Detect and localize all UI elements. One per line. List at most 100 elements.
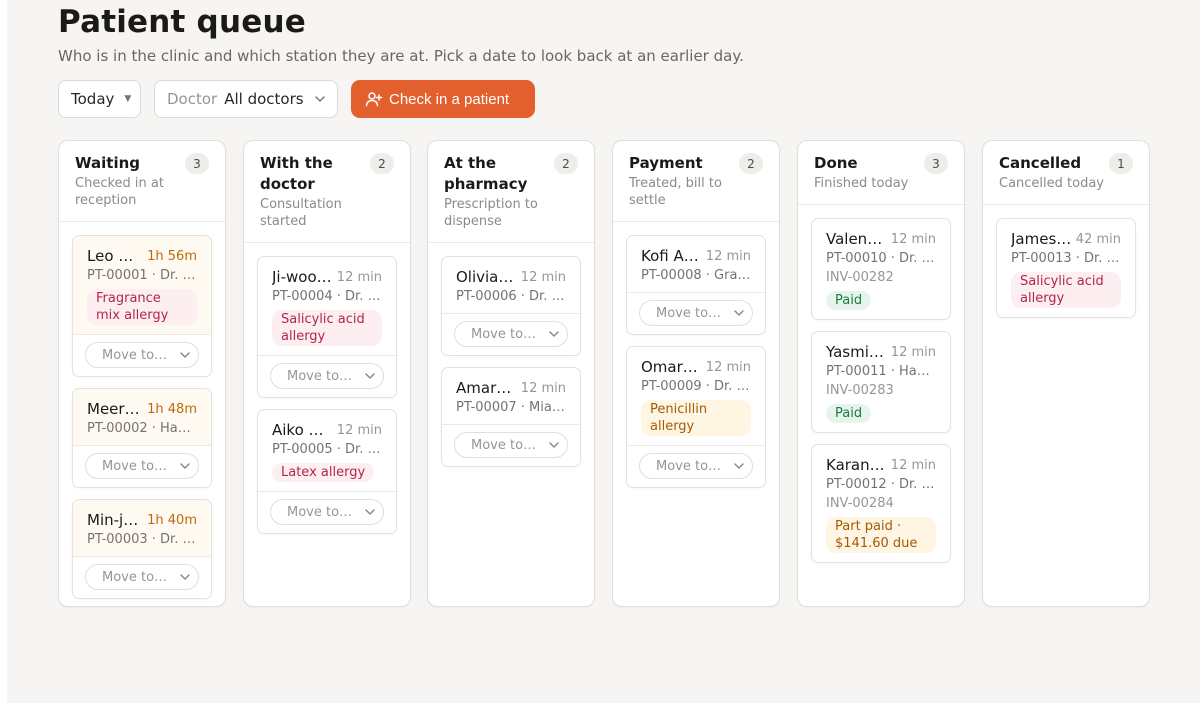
move-to-placeholder: Move to… <box>656 305 722 321</box>
move-to-select[interactable]: Move to… <box>639 300 753 326</box>
column-count-badge: 3 <box>924 153 948 174</box>
patient-name: Ji-woo… <box>272 268 332 286</box>
patient-meta: PT-00001 · Dr. … <box>87 268 196 283</box>
patient-card-header: Kofi A… 12 min <box>641 246 751 266</box>
card-footer: Move to… <box>73 334 211 376</box>
patient-card-body: Leo … 1h 56m PT-00001 · Dr. … Fragrance mix… <box>73 236 211 334</box>
patient-meta: PT-00009 · Dr. … <box>641 379 750 394</box>
patient-name: Yasmi… <box>826 343 884 361</box>
move-to-select[interactable]: Move to… <box>454 321 568 347</box>
move-to-select[interactable]: Move to… <box>270 363 384 389</box>
patient-meta: PT-00004 · Dr. … <box>272 289 381 304</box>
column-header: With the doctor Consultation started 2 <box>244 141 410 243</box>
wait-time: 42 min <box>1075 231 1121 247</box>
move-to-placeholder: Move to… <box>102 458 168 474</box>
chevron-down-icon <box>180 463 190 469</box>
user-plus-icon <box>365 92 383 107</box>
wait-time: 1h 48m <box>147 401 197 417</box>
card-footer: Move to… <box>627 292 765 334</box>
column-count-badge: 2 <box>739 153 763 174</box>
column-subtitle: Consultation started <box>260 197 342 229</box>
patient-card-body: Min-j… 1h 40m PT-00003 · Dr. … <box>73 500 211 556</box>
wait-time: 1h 40m <box>147 512 197 528</box>
patient-card-body: Ji-woo… 12 min PT-00004 · Dr. … Salicylic a… <box>258 257 396 355</box>
patient-card-body: Olivia… 12 min PT-00006 · Dr. … <box>442 257 580 313</box>
patient-tag: Fragrance mix allergy <box>87 289 197 325</box>
invoice-number: INV-00283 <box>826 383 894 398</box>
move-to-select[interactable]: Move to… <box>454 432 568 458</box>
patient-card[interactable]: Omar… 12 min PT-00009 · Dr. … Penicillin al… <box>626 346 766 488</box>
patient-name: Amar… <box>456 379 512 397</box>
patient-meta: PT-00002 · Han… <box>87 421 197 436</box>
patient-card-header: Amar… 12 min <box>456 378 566 398</box>
patient-name: Leo … <box>87 247 134 265</box>
chevron-down-icon <box>734 310 744 316</box>
patient-card-body: Kofi A… 12 min PT-00008 · Gra… <box>627 236 765 292</box>
wait-time: 12 min <box>890 231 936 247</box>
patient-card-body: Yasmi… 12 min PT-00011 · Han… INV-00283 Paid <box>812 332 950 432</box>
patient-card[interactable]: Valen… 12 min PT-00010 · Dr. … INV-00282 Pai… <box>811 218 951 320</box>
patient-card-body: Karan… 12 min PT-00012 · Dr. … INV-00284 Par… <box>812 445 950 562</box>
patient-card-header: Leo … 1h 56m <box>87 246 197 266</box>
move-to-select[interactable]: Move to… <box>270 499 384 525</box>
caret-down-icon: ▼ <box>124 94 132 104</box>
wait-time: 12 min <box>520 380 566 396</box>
patient-meta: PT-00006 · Dr. … <box>456 289 565 304</box>
patient-card[interactable]: Amar… 12 min PT-00007 · Mia … Move to… <box>441 367 581 467</box>
wait-time: 12 min <box>336 422 382 438</box>
move-to-placeholder: Move to… <box>287 368 353 384</box>
date-select[interactable]: Today ▼ <box>58 80 141 118</box>
wait-time: 12 min <box>890 344 936 360</box>
patient-name: Aiko … <box>272 421 324 439</box>
patient-meta: PT-00007 · Mia … <box>456 400 566 415</box>
wait-time: 12 min <box>705 248 751 264</box>
patient-card-header: James… 42 min <box>1011 229 1121 249</box>
patient-card[interactable]: Leo … 1h 56m PT-00001 · Dr. … Fragrance mix… <box>72 235 212 377</box>
move-to-select[interactable]: Move to… <box>85 453 199 479</box>
patient-name: James… <box>1011 230 1072 248</box>
patient-meta: PT-00012 · Dr. … <box>826 477 935 492</box>
card-footer: Move to… <box>258 355 396 397</box>
chevron-down-icon <box>549 331 559 337</box>
patient-name: Olivia… <box>456 268 514 286</box>
card-footer: Move to… <box>627 445 765 487</box>
column-body: Valen… 12 min PT-00010 · Dr. … INV-00282 Pai… <box>798 205 964 563</box>
queue-column: Done Finished today 3 Valen… 12 min PT-00010 … <box>797 140 965 607</box>
patient-tag: Part paid · $141.60 due <box>826 517 936 553</box>
column-count-badge: 2 <box>554 153 578 174</box>
move-to-placeholder: Move to… <box>287 504 353 520</box>
patient-meta: PT-00005 · Dr. L… <box>272 442 382 457</box>
move-to-placeholder: Move to… <box>102 347 168 363</box>
patient-card[interactable]: Min-j… 1h 40m PT-00003 · Dr. … Move to… <box>72 499 212 599</box>
move-to-select[interactable]: Move to… <box>85 342 199 368</box>
patient-card-header: Aiko … 12 min <box>272 420 382 440</box>
doctor-select[interactable]: Doctor All doctors <box>154 80 338 118</box>
patient-card[interactable]: Aiko … 12 min PT-00005 · Dr. L… Latex aller… <box>257 409 397 534</box>
patient-card[interactable]: Karan… 12 min PT-00012 · Dr. … INV-00284 Par… <box>811 444 951 563</box>
patient-card[interactable]: Olivia… 12 min PT-00006 · Dr. … Move to… <box>441 256 581 356</box>
invoice-number: INV-00284 <box>826 496 894 511</box>
patient-card-body: Meer… 1h 48m PT-00002 · Han… <box>73 389 211 445</box>
patient-card-header: Omar… 12 min <box>641 357 751 377</box>
column-count-badge: 3 <box>185 153 209 174</box>
queue-column: Waiting Checked in at reception 3 Leo … 1h 5… <box>58 140 226 607</box>
patient-name: Min-j… <box>87 511 139 529</box>
patient-card[interactable]: Meer… 1h 48m PT-00002 · Han… Move to… <box>72 388 212 488</box>
wait-time: 12 min <box>336 269 382 285</box>
patient-name: Meer… <box>87 400 140 418</box>
patient-card[interactable]: James… 42 min PT-00013 · Dr. … Salicylic ac… <box>996 218 1136 318</box>
patient-card-header: Min-j… 1h 40m <box>87 510 197 530</box>
patient-card-header: Olivia… 12 min <box>456 267 566 287</box>
move-to-placeholder: Move to… <box>471 326 537 342</box>
patient-card[interactable]: Ji-woo… 12 min PT-00004 · Dr. … Salicylic a… <box>257 256 397 398</box>
patient-card[interactable]: Kofi A… 12 min PT-00008 · Gra… Move to… <box>626 235 766 335</box>
patient-tag: Latex allergy <box>272 463 375 482</box>
move-to-select[interactable]: Move to… <box>85 564 199 590</box>
check-in-patient-button[interactable]: Check in a patient <box>351 80 535 118</box>
patient-card-body: James… 42 min PT-00013 · Dr. … Salicylic ac… <box>997 219 1135 317</box>
move-to-select[interactable]: Move to… <box>639 453 753 479</box>
column-header: Payment Treated, bill to settle 2 <box>613 141 779 222</box>
queue-column: At the pharmacy Prescription to dispense 2… <box>427 140 595 607</box>
patient-card[interactable]: Yasmi… 12 min PT-00011 · Han… INV-00283 Paid <box>811 331 951 433</box>
patient-tag: Paid <box>826 404 872 423</box>
